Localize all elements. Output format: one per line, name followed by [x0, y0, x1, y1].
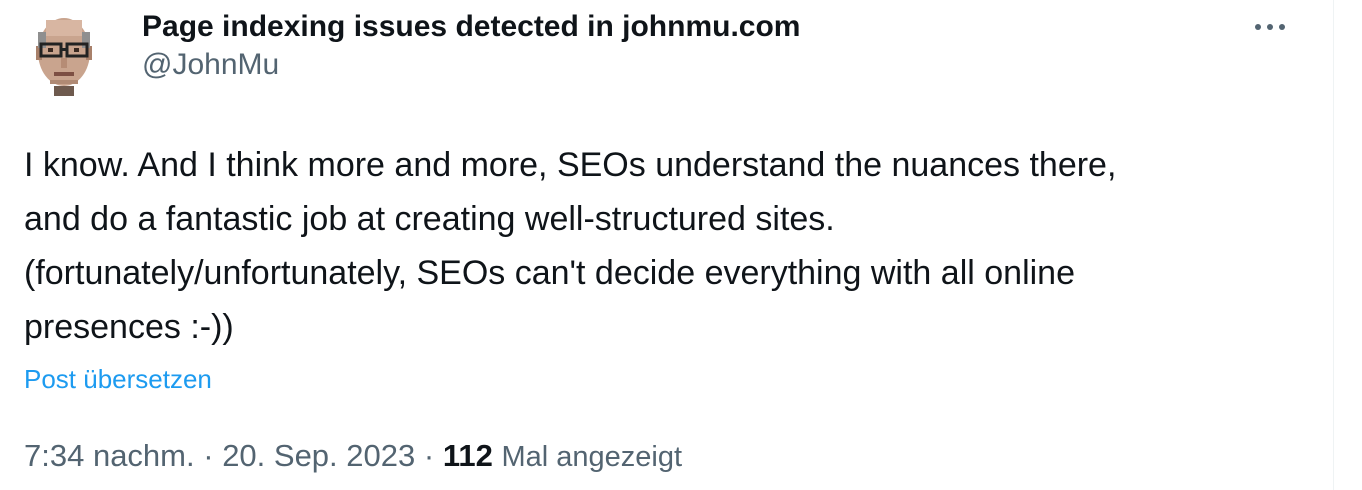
user-handle[interactable]: @JohnMu — [142, 46, 800, 84]
more-horizontal-icon — [1255, 24, 1285, 30]
display-name[interactable]: Page indexing issues detected in johnmu.… — [142, 8, 800, 46]
views-count: 112 — [442, 438, 493, 473]
post-detail: Page indexing issues detected in johnmu.… — [0, 0, 1362, 490]
post-text-line: I know. And I think more and more, SEOs … — [24, 146, 1117, 184]
views-label: Mal angezeigt — [501, 441, 683, 473]
meta-separator: · — [423, 438, 435, 473]
post-text: I know. And I think more and more, SEOs … — [24, 138, 1324, 354]
translate-post-link[interactable]: Post übersetzen — [24, 362, 212, 396]
post-text-line: presences :-)) — [24, 308, 234, 346]
column-divider — [1333, 0, 1334, 490]
post-timestamp[interactable]: 7:34 nachm. · 20. Sep. 2023 — [24, 438, 415, 473]
avatar-image — [36, 18, 92, 96]
avatar[interactable] — [24, 8, 104, 96]
post-header: Page indexing issues detected in johnmu.… — [142, 8, 800, 84]
more-options-button[interactable] — [1250, 10, 1290, 44]
post-date: 20. Sep. 2023 — [222, 438, 416, 473]
post-meta: 7:34 nachm. · 20. Sep. 2023 · 112 Mal an… — [24, 436, 682, 477]
post-text-line: and do a fantastic job at creating well-… — [24, 200, 835, 238]
meta-separator: · — [203, 438, 214, 473]
post-time: 7:34 nachm. — [24, 438, 195, 473]
post-text-line: (fortunately/unfortunately, SEOs can't d… — [24, 254, 1075, 292]
